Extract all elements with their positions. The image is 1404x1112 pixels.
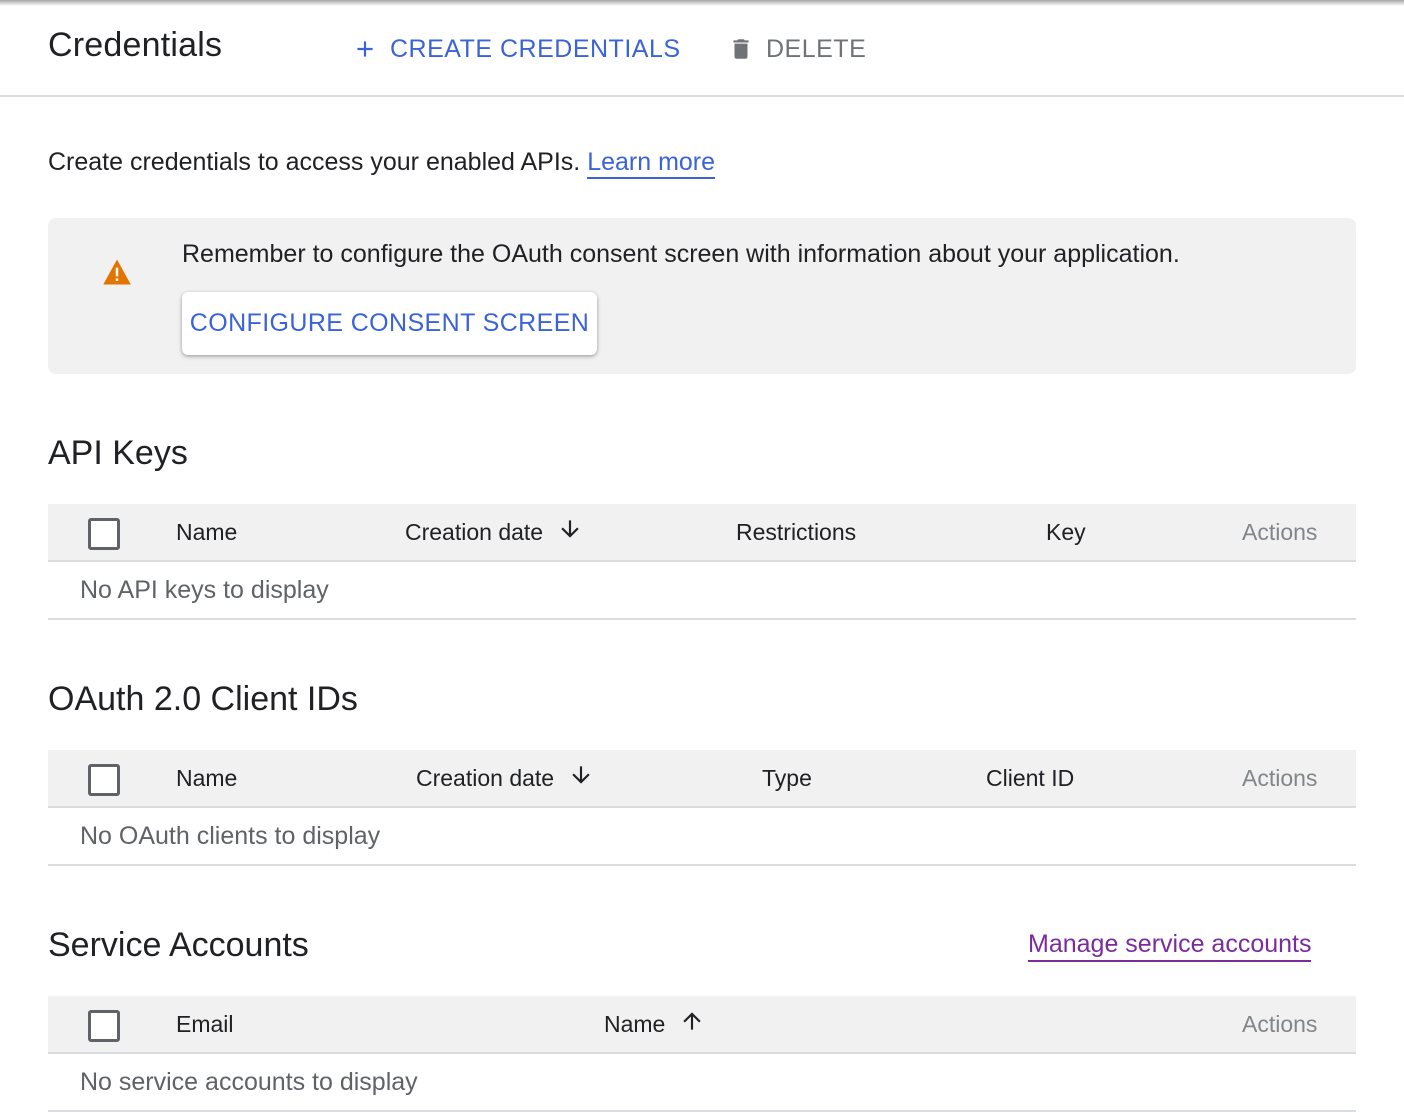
credentials-page: Credentials CREATE CREDENTIALS DELETE Cr…: [0, 0, 1404, 1112]
warning-icon: [102, 258, 132, 291]
column-restrictions: Restrictions: [736, 518, 857, 545]
arrow-up-icon: [679, 1007, 705, 1041]
configure-consent-screen-button[interactable]: CONFIGURE CONSENT SCREEN: [182, 292, 597, 355]
plus-icon: [352, 36, 378, 62]
column-key: Key: [1046, 518, 1086, 545]
select-all-service-accounts-checkbox[interactable]: [88, 1010, 120, 1042]
manage-service-accounts-link[interactable]: Manage service accounts: [1028, 930, 1312, 962]
delete-label: DELETE: [766, 34, 867, 63]
column-creation-date-label: Creation date: [405, 518, 544, 545]
column-client-id: Client ID: [986, 764, 1075, 791]
column-name: Name: [176, 764, 238, 791]
select-all-oauth-checkbox[interactable]: [88, 764, 120, 796]
service-accounts-empty-row: No service accounts to display: [48, 1054, 1356, 1112]
column-actions: Actions: [1242, 764, 1318, 791]
column-name: Name: [176, 518, 238, 545]
oauth-header-row: Name Creation date Type Client ID Action…: [48, 750, 1356, 808]
api-keys-empty-text: No API keys to display: [80, 575, 329, 604]
api-keys-title: API Keys: [48, 434, 188, 472]
column-creation-date-label: Creation date: [416, 764, 555, 791]
oauth-empty-text: No OAuth clients to display: [80, 821, 381, 850]
column-type: Type: [762, 764, 812, 791]
header-shadow: [0, 0, 1404, 6]
create-credentials-button[interactable]: CREATE CREDENTIALS: [352, 30, 681, 68]
service-accounts-empty-text: No service accounts to display: [80, 1067, 418, 1096]
page-title: Credentials: [48, 26, 223, 64]
column-actions: Actions: [1242, 518, 1318, 545]
oauth-clients-table: Name Creation date Type Client ID Action…: [48, 750, 1356, 866]
arrow-down-icon: [557, 515, 583, 549]
learn-more-link[interactable]: Learn more: [587, 148, 716, 179]
notice-message: Remember to configure the OAuth consent …: [182, 240, 1180, 268]
oauth-client-ids-title: OAuth 2.0 Client IDs: [48, 680, 358, 718]
service-accounts-table: Email Name Actions No service accounts t…: [48, 996, 1356, 1112]
column-actions: Actions: [1242, 1010, 1318, 1037]
intro-text: Create credentials to access your enable…: [48, 148, 716, 179]
service-accounts-title: Service Accounts: [48, 926, 309, 964]
oauth-empty-row: No OAuth clients to display: [48, 808, 1356, 866]
column-creation-date[interactable]: Creation date: [416, 750, 594, 806]
create-credentials-label: CREATE CREDENTIALS: [390, 34, 681, 63]
intro-message: Create credentials to access your enable…: [48, 148, 588, 176]
api-keys-header-row: Name Creation date Restrictions Key Acti…: [48, 504, 1356, 562]
oauth-consent-notice: Remember to configure the OAuth consent …: [48, 218, 1356, 374]
column-name[interactable]: Name: [604, 996, 705, 1052]
arrow-down-icon: [568, 761, 594, 795]
select-all-api-keys-checkbox[interactable]: [88, 518, 120, 550]
column-name-label: Name: [604, 1010, 666, 1037]
api-keys-table: Name Creation date Restrictions Key Acti…: [48, 504, 1356, 620]
column-email: Email: [176, 1010, 234, 1037]
page-header: Credentials CREATE CREDENTIALS DELETE: [0, 0, 1404, 97]
service-accounts-header-row: Email Name Actions: [48, 996, 1356, 1054]
delete-button[interactable]: DELETE: [728, 30, 866, 68]
api-keys-empty-row: No API keys to display: [48, 562, 1356, 620]
column-creation-date[interactable]: Creation date: [405, 504, 583, 560]
trash-icon: [728, 34, 754, 64]
